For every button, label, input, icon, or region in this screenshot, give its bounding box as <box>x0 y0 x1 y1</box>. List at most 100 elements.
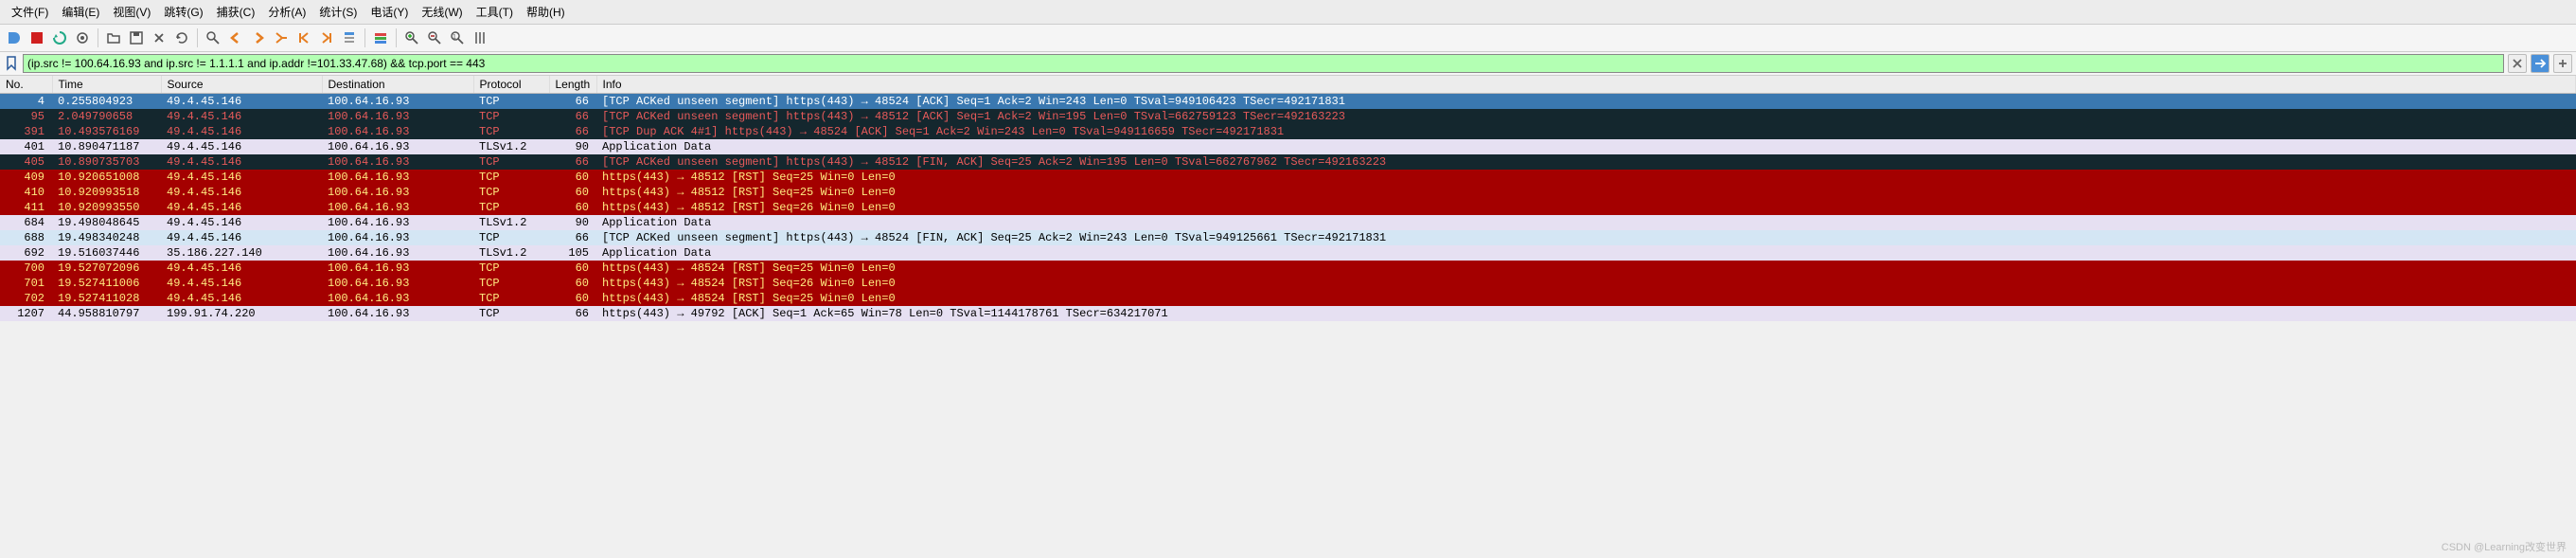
cell-no: 405 <box>0 154 52 170</box>
cell-protocol: TCP <box>473 154 549 170</box>
menu-telephony[interactable]: 电话(Y) <box>364 2 414 22</box>
packet-row[interactable]: 40510.89073570349.4.45.146100.64.16.93TC… <box>0 154 2576 170</box>
header-protocol[interactable]: Protocol <box>473 76 549 94</box>
menu-tools[interactable]: 工具(T) <box>471 2 519 22</box>
packet-row[interactable]: 70019.52707209649.4.45.146100.64.16.93TC… <box>0 261 2576 276</box>
go-first-button[interactable] <box>293 27 314 48</box>
save-file-button[interactable] <box>126 27 147 48</box>
packet-row[interactable]: 952.04979065849.4.45.146100.64.16.93TCP6… <box>0 109 2576 124</box>
filter-bar <box>0 52 2576 76</box>
cell-info: https(443) → 48512 [RST] Seq=25 Win=0 Le… <box>596 170 2576 185</box>
header-length[interactable]: Length <box>549 76 596 94</box>
display-filter-input[interactable] <box>23 54 2504 73</box>
go-to-packet-button[interactable] <box>271 27 292 48</box>
cell-no: 401 <box>0 139 52 154</box>
cell-length: 66 <box>549 230 596 245</box>
cell-no: 692 <box>0 245 52 261</box>
menu-capture[interactable]: 捕获(C) <box>211 2 261 22</box>
header-time[interactable]: Time <box>52 76 161 94</box>
packet-row[interactable]: 68819.49834024849.4.45.146100.64.16.93TC… <box>0 230 2576 245</box>
menu-wireless[interactable]: 无线(W) <box>416 2 468 22</box>
header-source[interactable]: Source <box>161 76 322 94</box>
reload-button[interactable] <box>171 27 192 48</box>
cell-no: 702 <box>0 291 52 306</box>
cell-source: 49.4.45.146 <box>161 94 322 110</box>
packet-row[interactable]: 40910.92065100849.4.45.146100.64.16.93TC… <box>0 170 2576 185</box>
cell-source: 49.4.45.146 <box>161 230 322 245</box>
cell-length: 60 <box>549 170 596 185</box>
menu-help[interactable]: 帮助(H) <box>521 2 571 22</box>
go-back-button[interactable] <box>225 27 246 48</box>
open-file-button[interactable] <box>103 27 124 48</box>
cell-protocol: TCP <box>473 306 549 321</box>
menu-analyze[interactable]: 分析(A) <box>262 2 311 22</box>
header-destination[interactable]: Destination <box>322 76 473 94</box>
menu-file[interactable]: 文件(F) <box>6 2 54 22</box>
packet-row[interactable]: 68419.49804864549.4.45.146100.64.16.93TL… <box>0 215 2576 230</box>
cell-source: 49.4.45.146 <box>161 109 322 124</box>
packet-row[interactable]: 69219.51603744635.186.227.140100.64.16.9… <box>0 245 2576 261</box>
zoom-out-button[interactable] <box>424 27 445 48</box>
colorize-button[interactable] <box>370 27 391 48</box>
cell-time: 19.527411006 <box>52 276 161 291</box>
cell-no: 1207 <box>0 306 52 321</box>
filter-add-button[interactable] <box>2553 54 2572 73</box>
cell-time: 2.049790658 <box>52 109 161 124</box>
menu-edit[interactable]: 编辑(E) <box>56 2 105 22</box>
header-info[interactable]: Info <box>596 76 2576 94</box>
cell-time: 0.255804923 <box>52 94 161 110</box>
packet-row[interactable]: 40110.89047118749.4.45.146100.64.16.93TL… <box>0 139 2576 154</box>
restart-capture-button[interactable] <box>49 27 70 48</box>
capture-options-button[interactable] <box>72 27 93 48</box>
cell-protocol: TCP <box>473 124 549 139</box>
go-last-button[interactable] <box>316 27 337 48</box>
resize-columns-button[interactable] <box>470 27 490 48</box>
cell-destination: 100.64.16.93 <box>322 170 473 185</box>
cell-length: 60 <box>549 291 596 306</box>
cell-info: [TCP ACKed unseen segment] https(443) → … <box>596 230 2576 245</box>
cell-time: 19.527072096 <box>52 261 161 276</box>
clear-filter-button[interactable] <box>2508 54 2527 73</box>
cell-time: 10.920651008 <box>52 170 161 185</box>
apply-filter-button[interactable] <box>2531 54 2549 73</box>
packet-row[interactable]: 70119.52741100649.4.45.146100.64.16.93TC… <box>0 276 2576 291</box>
cell-length: 60 <box>549 200 596 215</box>
packet-row[interactable]: 41010.92099351849.4.45.146100.64.16.93TC… <box>0 185 2576 200</box>
cell-no: 95 <box>0 109 52 124</box>
menu-view[interactable]: 视图(V) <box>107 2 156 22</box>
cell-protocol: TCP <box>473 109 549 124</box>
packet-row[interactable]: 40.25580492349.4.45.146100.64.16.93TCP66… <box>0 94 2576 110</box>
zoom-in-button[interactable] <box>401 27 422 48</box>
cell-info: https(443) → 48512 [RST] Seq=26 Win=0 Le… <box>596 200 2576 215</box>
packet-row[interactable]: 41110.92099355049.4.45.146100.64.16.93TC… <box>0 200 2576 215</box>
start-capture-button[interactable] <box>4 27 25 48</box>
packet-list-header[interactable]: No. Time Source Destination Protocol Len… <box>0 76 2576 94</box>
cell-destination: 100.64.16.93 <box>322 291 473 306</box>
zoom-reset-button[interactable]: 1 <box>447 27 468 48</box>
header-no[interactable]: No. <box>0 76 52 94</box>
packet-row[interactable]: 120744.958810797199.91.74.220100.64.16.9… <box>0 306 2576 321</box>
cell-source: 49.4.45.146 <box>161 291 322 306</box>
cell-no: 684 <box>0 215 52 230</box>
cell-source: 49.4.45.146 <box>161 124 322 139</box>
find-packet-button[interactable] <box>203 27 223 48</box>
filter-bookmark-icon[interactable] <box>4 54 19 73</box>
go-forward-button[interactable] <box>248 27 269 48</box>
cell-no: 701 <box>0 276 52 291</box>
cell-info: [TCP ACKed unseen segment] https(443) → … <box>596 109 2576 124</box>
cell-length: 60 <box>549 261 596 276</box>
packet-list[interactable]: No. Time Source Destination Protocol Len… <box>0 76 2576 321</box>
packet-row[interactable]: 70219.52741102849.4.45.146100.64.16.93TC… <box>0 291 2576 306</box>
auto-scroll-button[interactable] <box>339 27 360 48</box>
close-file-button[interactable] <box>149 27 169 48</box>
cell-info: Application Data <box>596 139 2576 154</box>
cell-destination: 100.64.16.93 <box>322 94 473 110</box>
cell-protocol: TLSv1.2 <box>473 139 549 154</box>
packet-row[interactable]: 39110.49357616949.4.45.146100.64.16.93TC… <box>0 124 2576 139</box>
cell-time: 10.890471187 <box>52 139 161 154</box>
menu-statistics[interactable]: 统计(S) <box>313 2 363 22</box>
stop-capture-button[interactable] <box>27 27 47 48</box>
cell-info: Application Data <box>596 215 2576 230</box>
menubar: 文件(F) 编辑(E) 视图(V) 跳转(G) 捕获(C) 分析(A) 统计(S… <box>0 0 2576 25</box>
menu-go[interactable]: 跳转(G) <box>158 2 208 22</box>
